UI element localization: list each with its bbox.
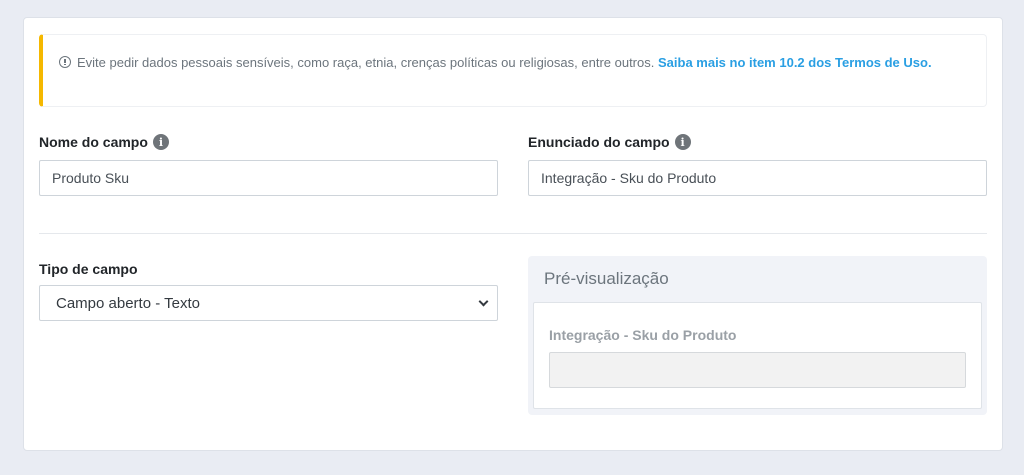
sensitive-data-alert: Evite pedir dados pessoais sensíveis, co… — [39, 34, 987, 107]
field-name-label: Nome do campo i — [39, 134, 169, 150]
info-icon[interactable]: i — [152, 134, 169, 150]
field-name-input[interactable] — [39, 160, 498, 196]
field-type-label: Tipo de campo — [39, 261, 138, 277]
preview-field-label: Integração - Sku do Produto — [549, 327, 737, 343]
field-statement-label: Enunciado do campo i — [528, 134, 691, 150]
section-divider — [39, 233, 987, 234]
chevron-down-icon — [478, 296, 489, 306]
preview-body: Integração - Sku do Produto — [533, 302, 982, 409]
field-name-label-text: Nome do campo — [39, 134, 148, 150]
form-card: Evite pedir dados pessoais sensíveis, co… — [23, 17, 1003, 451]
field-statement-input[interactable] — [528, 160, 987, 196]
preview-title: Pré-visualização — [544, 269, 669, 288]
alert-text: Evite pedir dados pessoais sensíveis, co… — [77, 55, 655, 70]
preview-panel: Pré-visualização Integração - Sku do Pro… — [528, 256, 987, 415]
field-statement-label-text: Enunciado do campo — [528, 134, 670, 150]
preview-field-input — [549, 352, 966, 388]
field-type-selected-value: Campo aberto - Texto — [56, 294, 200, 312]
field-type-label-text: Tipo de campo — [39, 261, 138, 277]
info-icon[interactable]: i — [674, 134, 691, 150]
field-type-select[interactable]: Campo aberto - Texto — [39, 285, 498, 321]
exclamation-circle-icon — [59, 56, 71, 68]
terms-of-use-link[interactable]: Saiba mais no item 10.2 dos Termos de Us… — [658, 55, 932, 70]
